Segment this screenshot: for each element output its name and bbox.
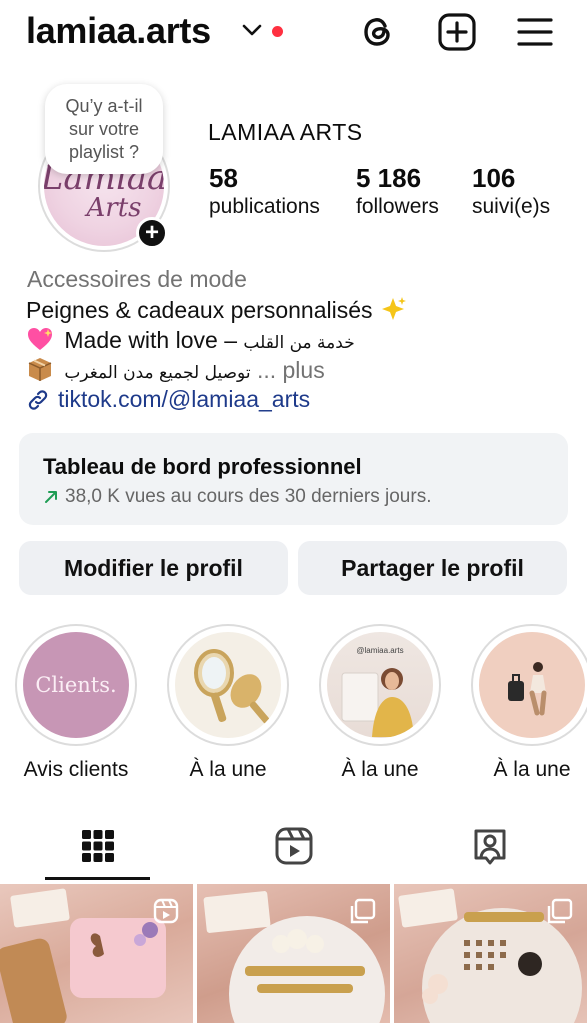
- menu-icon[interactable]: [515, 12, 555, 52]
- trend-up-icon: [45, 491, 57, 503]
- bio-text: Peignes & cadeaux personnalisés: [26, 297, 373, 323]
- highlight-label: À la une: [493, 758, 571, 781]
- carousel-icon: [547, 898, 573, 924]
- highlight-ring: [471, 624, 587, 746]
- add-story-icon[interactable]: +: [136, 217, 168, 249]
- stat-label: followers: [356, 195, 439, 218]
- dashboard-subtitle: 38,0 K vues au cours des 30 derniers jou…: [43, 486, 431, 508]
- tab-tagged[interactable]: [392, 810, 587, 882]
- tab-reels[interactable]: [196, 810, 391, 882]
- highlight-cover-text: @lamiaa.arts: [356, 646, 404, 655]
- post-thumbnail[interactable]: [0, 884, 193, 1023]
- reel-icon: [153, 898, 179, 924]
- highlight-a-la-une-1[interactable]: À la une: [166, 624, 290, 782]
- chevron-down-icon[interactable]: [241, 22, 263, 38]
- highlight-label: À la une: [341, 758, 419, 781]
- highlight-cover: @lamiaa.arts: [327, 632, 433, 738]
- highlight-a-la-une-2[interactable]: @lamiaa.arts À la une: [318, 624, 442, 782]
- dashboard-title: Tableau de bord professionnel: [43, 454, 362, 479]
- posts-grid: [0, 884, 587, 1023]
- link-icon: [28, 389, 48, 410]
- highlight-label: À la une: [189, 758, 267, 781]
- bio-line-2: Made with love – خدمة من القلب: [26, 326, 355, 354]
- tagged-icon: [474, 829, 505, 865]
- highlight-label: Avis clients: [23, 758, 129, 781]
- username-switcher[interactable]: lamiaa.arts: [26, 10, 211, 52]
- bio-text: Made with love –: [64, 327, 237, 353]
- bio-line-3: توصيل لجميع مدن المغرب ... plus: [26, 356, 325, 384]
- profile-tabs: [0, 810, 587, 882]
- bio-arabic-text: توصيل لجميع مدن المغرب: [64, 363, 251, 383]
- notification-dot: [272, 26, 283, 37]
- highlight-avis-clients[interactable]: Clients. Avis clients: [14, 624, 138, 782]
- stat-label: suivi(e)s: [472, 195, 551, 218]
- top-bar: lamiaa.arts: [0, 0, 587, 64]
- stat-label: publications: [209, 195, 320, 218]
- new-post-icon[interactable]: [437, 12, 477, 52]
- note-text: Qu’y a-t-il sur votre playlist ?: [65, 95, 143, 162]
- highlight-ring: @lamiaa.arts: [319, 624, 441, 746]
- stat-publications[interactable]: 58 publications: [209, 163, 320, 221]
- stat-followers[interactable]: 5 186 followers: [356, 163, 439, 221]
- stat-value: 5 186: [356, 163, 422, 193]
- post-thumbnail[interactable]: [197, 884, 390, 1023]
- mirror-brush-image: [194, 649, 270, 724]
- avatar-logo-line2: Arts: [86, 193, 142, 223]
- threads-icon[interactable]: [358, 12, 398, 52]
- dashboard-views-text: 38,0 K vues au cours des 30 derniers jou…: [65, 486, 432, 507]
- share-profile-button[interactable]: Partager le profil: [298, 541, 567, 595]
- reels-icon: [275, 827, 312, 865]
- highlight-cover: [175, 632, 281, 738]
- stat-value: 58: [209, 163, 238, 193]
- profile-display-name: LAMIAA ARTS: [208, 119, 363, 145]
- post-thumbnail[interactable]: [394, 884, 587, 1023]
- highlight-ring: [167, 624, 289, 746]
- professional-dashboard[interactable]: Tableau de bord professionnel 38,0 K vue…: [19, 433, 568, 525]
- package-icon: [28, 358, 52, 381]
- bio-more-link[interactable]: ... plus: [257, 357, 325, 383]
- active-tab-indicator: [45, 877, 150, 880]
- edit-profile-button[interactable]: Modifier le profil: [19, 541, 288, 595]
- note-bubble[interactable]: Qu’y a-t-il sur votre playlist ?: [45, 84, 163, 174]
- profile-category: Accessoires de mode: [27, 266, 247, 292]
- sparkles-icon: [381, 297, 406, 320]
- highlight-cover: [479, 632, 585, 738]
- highlight-cover: Clients.: [23, 632, 129, 738]
- stat-value: 106: [472, 163, 516, 193]
- highlight-a-la-une-3[interactable]: À la une: [470, 624, 587, 782]
- travel-illustration-image: [508, 662, 547, 716]
- link-text: tiktok.com/@lamiaa_arts: [58, 386, 311, 412]
- profile-link[interactable]: tiktok.com/@lamiaa_arts: [26, 386, 310, 413]
- bio-line-1: Peignes & cadeaux personnalisés: [26, 296, 407, 324]
- highlight-cover-text: Clients.: [35, 673, 117, 697]
- bio-arabic-text: خدمة من القلب: [243, 333, 355, 353]
- sparkling-heart-icon: [28, 328, 52, 350]
- tab-posts-grid[interactable]: [0, 810, 195, 882]
- carousel-icon: [350, 898, 376, 924]
- grid-icon: [81, 830, 114, 862]
- highlight-ring: Clients.: [15, 624, 137, 746]
- stat-following[interactable]: 106 suivi(e)s: [472, 163, 550, 221]
